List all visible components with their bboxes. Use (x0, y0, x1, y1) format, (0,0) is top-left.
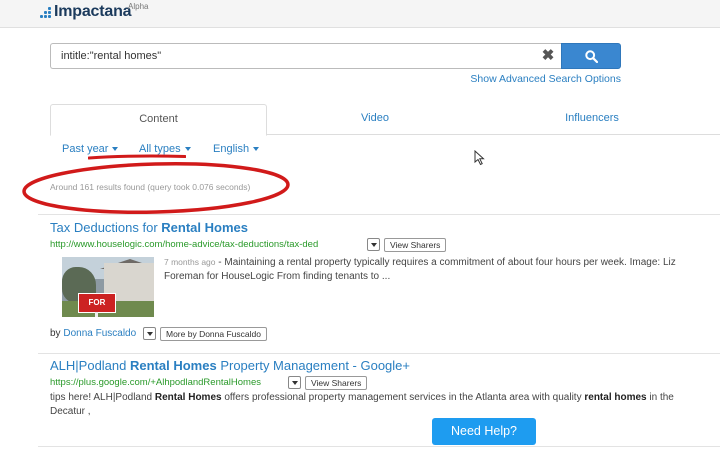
author-byline: by Donna Fuscaldo (50, 328, 136, 339)
by-label: by (50, 328, 64, 339)
search-button[interactable] (561, 43, 621, 69)
result-title-link[interactable]: Tax Deductions for Rental Homes (50, 220, 248, 235)
top-bar: Impactana Alpha (0, 0, 720, 28)
snippet-bold: Rental Homes (154, 392, 222, 403)
snippet-text: tips here! ALH|Podland (50, 392, 155, 403)
caret-down-icon (112, 147, 119, 152)
author-options-dropdown[interactable] (143, 327, 156, 340)
snippet-text: offers professional property management … (221, 392, 585, 403)
view-sharers-button[interactable]: View Sharers (384, 238, 447, 252)
caret-down-icon (253, 147, 260, 152)
for-rent-sign: FOR RENT (78, 293, 116, 317)
result-snippet: tips here! ALH|Podland Rental Homes offe… (50, 391, 700, 419)
result-title-text: ALH|Podland (50, 358, 130, 373)
search-icon (585, 50, 598, 63)
tab-influencers[interactable]: Influencers (537, 104, 647, 135)
result-thumbnail[interactable]: FOR RENT (62, 257, 154, 317)
red-circle-annotation (22, 162, 290, 214)
advanced-search-link[interactable]: Show Advanced Search Options (470, 73, 621, 85)
url-options-dropdown[interactable] (288, 376, 301, 389)
result-age: 7 months ago (164, 257, 216, 267)
author-link[interactable]: Donna Fuscaldo (63, 328, 136, 339)
result-url[interactable]: https://plus.google.com/+AlhpodlandRenta… (50, 377, 261, 388)
result-title-bold: Rental Homes (130, 358, 217, 373)
tab-content[interactable]: Content (50, 104, 267, 136)
language-filter-dropdown[interactable]: English (213, 143, 260, 155)
result-title-bold: Rental Homes (161, 220, 248, 235)
result-title-text: Tax Deductions for (50, 220, 162, 235)
search-input[interactable] (50, 43, 562, 69)
caret-down-icon (184, 147, 191, 152)
language-filter-label: English (213, 143, 250, 155)
impactana-logo[interactable]: Impactana Alpha (40, 2, 148, 21)
view-sharers-button[interactable]: View Sharers (305, 376, 368, 390)
alpha-badge: Alpha (128, 2, 149, 11)
url-options-dropdown[interactable] (367, 238, 380, 251)
search-bar: ✖ (50, 43, 621, 69)
logo-dots-icon (40, 7, 51, 18)
logo-text: Impactana (54, 3, 132, 20)
mouse-cursor-icon (474, 150, 485, 166)
snippet-text: Maintaining a rental property typically … (164, 257, 676, 282)
divider (38, 353, 720, 354)
result-title-suffix: Property Management - Google+ (216, 358, 411, 373)
result-title-link[interactable]: ALH|Podland Rental Homes Property Manage… (50, 358, 410, 373)
divider (38, 446, 720, 447)
result-tabs: Content Video Influencers (50, 104, 720, 136)
clear-search-icon[interactable]: ✖ (540, 48, 556, 64)
result-url[interactable]: http://www.houselogic.com/home-advice/ta… (50, 239, 318, 250)
more-by-author-button[interactable]: More by Donna Fuscaldo (160, 327, 267, 341)
result-snippet: 7 months ago - Maintaining a rental prop… (164, 255, 704, 284)
tab-video[interactable]: Video (320, 104, 430, 135)
need-help-button[interactable]: Need Help? (432, 418, 536, 445)
divider (38, 214, 720, 215)
snippet-bold: rental homes (584, 392, 647, 403)
